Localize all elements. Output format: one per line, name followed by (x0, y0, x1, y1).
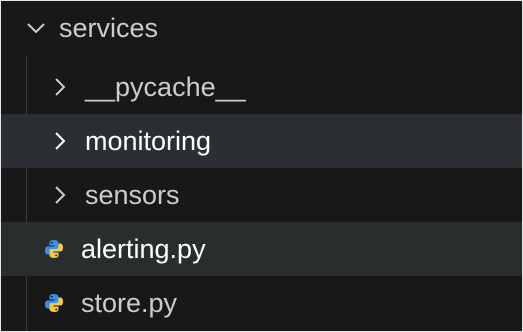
python-file-icon (43, 292, 65, 314)
python-file-icon (43, 238, 65, 260)
tree-folder-label: __pycache__ (85, 72, 246, 102)
tree-file-label: store.py (81, 288, 178, 318)
chevron-down-icon[interactable] (25, 17, 47, 39)
tree-folder-label: sensors (85, 180, 180, 210)
file-explorer-tree: services __pycache__ monitoring sensors (0, 0, 523, 332)
tree-folder-monitoring[interactable]: monitoring (1, 114, 522, 168)
tree-folder-pycache[interactable]: __pycache__ (1, 60, 522, 114)
chevron-right-icon[interactable] (49, 76, 71, 98)
tree-folder-services[interactable]: services (1, 1, 522, 55)
tree-folder-label: services (59, 13, 159, 43)
chevron-right-icon[interactable] (49, 184, 71, 206)
tree-file-alerting-py[interactable]: alerting.py (1, 222, 522, 276)
tree-folder-label: monitoring (85, 126, 212, 156)
chevron-right-icon[interactable] (49, 130, 71, 152)
tree-file-label: alerting.py (81, 234, 206, 264)
tree-file-store-py[interactable]: store.py (1, 276, 522, 330)
tree-folder-sensors[interactable]: sensors (1, 168, 522, 222)
